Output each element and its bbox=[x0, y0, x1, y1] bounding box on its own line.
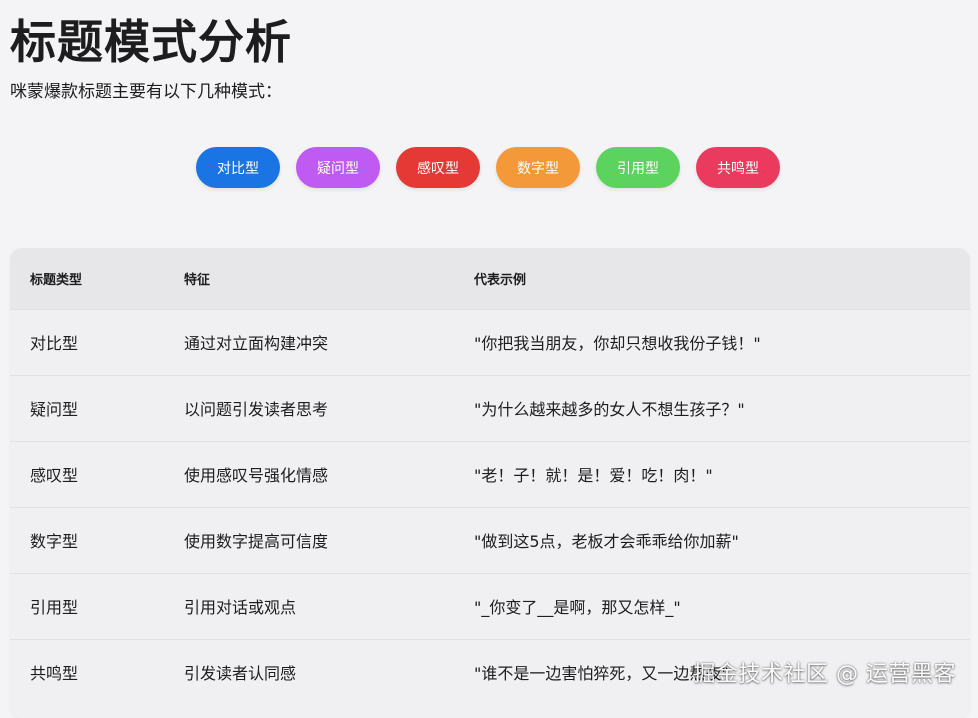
tag-quote[interactable]: 引用型 bbox=[596, 147, 680, 188]
table-row: 引用型 引用对话或观点 "_你变了__是啊，那又怎样_" bbox=[10, 573, 970, 639]
pattern-table-container: 标题类型 特征 代表示例 对比型 通过对立面构建冲突 "你把我当朋友，你却只想收… bbox=[10, 248, 970, 718]
cell-example: "做到这5点，老板才会乖乖给你加薪" bbox=[474, 532, 739, 551]
watermark: 掘金技术社区 @ 运营黑客 bbox=[693, 662, 956, 687]
cell-feature: 通过对立面构建冲突 bbox=[184, 334, 329, 353]
pattern-table: 标题类型 特征 代表示例 对比型 通过对立面构建冲突 "你把我当朋友，你却只想收… bbox=[10, 248, 970, 705]
cell-example: "_你变了__是啊，那又怎样_" bbox=[474, 598, 681, 617]
table-row: 数字型 使用数字提高可信度 "做到这5点，老板才会乖乖给你加薪" bbox=[10, 507, 970, 573]
table-header-row: 标题类型 特征 代表示例 bbox=[10, 248, 970, 309]
pattern-tag-list: 对比型 疑问型 感叹型 数字型 引用型 共鸣型 bbox=[0, 147, 977, 188]
header-example: 代表示例 bbox=[474, 272, 527, 288]
tag-contrast[interactable]: 对比型 bbox=[196, 147, 280, 188]
tag-exclamation[interactable]: 感叹型 bbox=[396, 147, 480, 188]
page-subtitle: 咪蒙爆款标题主要有以下几种模式： bbox=[10, 82, 282, 102]
cell-type: 疑问型 bbox=[30, 400, 79, 419]
tag-resonance[interactable]: 共鸣型 bbox=[696, 147, 780, 188]
tag-number[interactable]: 数字型 bbox=[496, 147, 580, 188]
table-row: 感叹型 使用感叹号强化情感 "老！子！就！是！爱！吃！肉！" bbox=[10, 441, 970, 507]
cell-type: 对比型 bbox=[30, 334, 79, 353]
cell-feature: 引发读者认同感 bbox=[184, 664, 297, 684]
cell-feature: 使用感叹号强化情感 bbox=[184, 466, 329, 485]
cell-example: "你把我当朋友，你却只想收我份子钱！" bbox=[474, 334, 761, 353]
cell-type: 感叹型 bbox=[30, 466, 79, 485]
tag-question[interactable]: 疑问型 bbox=[296, 147, 380, 188]
cell-feature: 以问题引发读者思考 bbox=[184, 400, 329, 419]
cell-example: "老！子！就！是！爱！吃！肉！" bbox=[474, 466, 713, 485]
table-row: 对比型 通过对立面构建冲突 "你把我当朋友，你却只想收我份子钱！" bbox=[10, 309, 970, 375]
header-feature: 特征 bbox=[184, 272, 211, 288]
table-row: 疑问型 以问题引发读者思考 "为什么越来越多的女人不想生孩子？" bbox=[10, 375, 970, 441]
page-title: 标题模式分析 bbox=[10, 15, 292, 69]
cell-feature: 使用数字提高可信度 bbox=[184, 532, 329, 551]
cell-example: "为什么越来越多的女人不想生孩子？" bbox=[474, 400, 745, 419]
header-title-type: 标题类型 bbox=[30, 272, 83, 288]
cell-type: 共鸣型 bbox=[30, 664, 79, 684]
cell-type: 数字型 bbox=[30, 532, 79, 551]
cell-type: 引用型 bbox=[30, 598, 79, 617]
cell-feature: 引用对话或观点 bbox=[184, 598, 297, 617]
